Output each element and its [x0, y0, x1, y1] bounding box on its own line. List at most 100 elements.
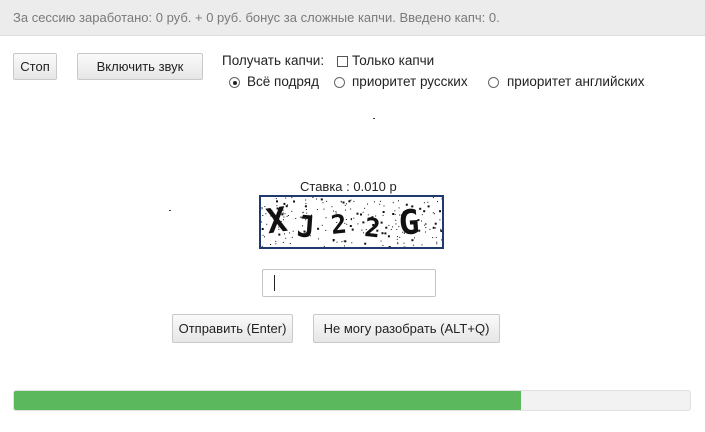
captcha-noise-dot — [285, 197, 287, 199]
captcha-noise-dot — [429, 228, 431, 230]
captcha-noise-dot — [384, 232, 387, 235]
captcha-noise-dot — [261, 245, 263, 247]
radio-priority-english[interactable] — [488, 77, 499, 88]
captcha-noise-dot — [316, 209, 318, 211]
text-caret — [274, 275, 275, 291]
radio-priority-russian[interactable] — [334, 77, 345, 88]
radio-all-captcha-label[interactable]: Всё подряд — [247, 74, 319, 89]
captcha-noise-dot — [321, 224, 323, 226]
captcha-noise-dot — [291, 210, 293, 212]
submit-button[interactable]: Отправить (Enter) — [172, 314, 293, 343]
stray-dot — [169, 210, 171, 211]
captcha-noise-dot — [316, 198, 317, 200]
captcha-answer-input[interactable] — [262, 269, 436, 297]
captcha-noise-dot — [262, 215, 264, 216]
captcha-noise-dot — [413, 244, 415, 246]
stop-button[interactable]: Стоп — [13, 53, 57, 80]
captcha-noise-dot — [261, 221, 262, 223]
captcha-noise-dot — [342, 201, 345, 204]
captcha-noise-dot — [357, 223, 359, 225]
captcha-noise-dot — [286, 215, 288, 217]
captcha-noise-dot — [398, 200, 399, 202]
captcha-noise-dot — [317, 227, 320, 230]
captcha-noise-dot — [373, 201, 375, 203]
captcha-image: XJ22G — [259, 195, 444, 249]
captcha-noise-dot — [423, 202, 425, 204]
bet-rate-label: Ставка : 0.010 р — [300, 179, 397, 194]
captcha-noise-dot — [421, 220, 422, 222]
captcha-noise-dot — [323, 208, 325, 210]
stray-dot — [373, 118, 375, 119]
captcha-noise-dot — [289, 232, 290, 234]
captcha-noise-dot — [261, 228, 264, 230]
captcha-noise-dot — [396, 229, 398, 230]
captcha-noise-dot — [270, 244, 272, 245]
captcha-noise-dot — [305, 203, 307, 205]
captcha-noise-dot — [275, 198, 277, 200]
captcha-noise-dot — [331, 206, 333, 208]
captcha-noise-dot — [367, 203, 368, 205]
captcha-noise-dot — [304, 205, 307, 208]
captcha-noise-dot — [293, 200, 295, 203]
captcha-noise-dot — [436, 241, 438, 243]
captcha-noise-dot — [427, 201, 429, 203]
captcha-noise-dot — [350, 219, 352, 221]
captcha-noise-dot — [441, 239, 442, 241]
captcha-noise-dot — [312, 197, 314, 198]
enable-sound-button[interactable]: Включить звук — [77, 53, 203, 80]
captcha-noise-dot — [435, 236, 437, 238]
captcha-noise-dot — [437, 201, 438, 203]
captcha-noise-dot — [397, 243, 399, 245]
captcha-noise-dot — [394, 210, 396, 212]
captcha-noise-dot — [382, 245, 384, 246]
captcha-noise-dot — [432, 212, 434, 214]
captcha-noise-dot — [433, 213, 435, 215]
captcha-noise-dot — [382, 211, 385, 213]
captcha-noise-dot — [344, 240, 347, 243]
radio-priority-english-label[interactable]: приоритет английских — [507, 74, 644, 89]
captcha-noise-dot — [421, 214, 423, 216]
captcha-noise-dot — [351, 242, 353, 244]
captcha-noise-dot — [350, 199, 352, 201]
only-captcha-label[interactable]: Только капчи — [352, 53, 434, 68]
captcha-noise-dot — [383, 205, 385, 207]
captcha-noise-dot — [340, 200, 342, 202]
captcha-noise-dot — [392, 202, 394, 204]
progress-fill — [14, 391, 521, 410]
captcha-noise-dot — [356, 212, 359, 215]
captcha-noise-dot — [392, 226, 393, 228]
captcha-noise-dot — [282, 241, 284, 243]
captcha-noise-dot — [424, 224, 426, 226]
captcha-noise-dot — [361, 229, 363, 231]
captcha-noise-dot — [439, 210, 441, 213]
captcha-noise-dot — [285, 205, 288, 208]
captcha-noise-dot — [264, 236, 265, 238]
captcha-noise-dot — [261, 207, 263, 209]
captcha-noise-dot — [380, 240, 382, 242]
radio-priority-russian-label[interactable]: приоритет русских — [352, 74, 468, 89]
captcha-noise-dot — [349, 225, 352, 227]
captcha-noise-dot — [350, 218, 352, 219]
captcha-noise-dot — [287, 215, 289, 216]
captcha-noise-dot — [323, 245, 325, 247]
captcha-noise-dot — [390, 229, 392, 230]
captcha-noise-dot — [350, 208, 352, 210]
captcha-noise-dot — [348, 200, 351, 203]
captcha-noise-dot — [291, 236, 293, 238]
captcha-noise-dot — [396, 236, 398, 238]
captcha-noise-dot — [305, 199, 307, 201]
captcha-noise-dot — [325, 217, 327, 219]
captcha-noise-dot — [425, 223, 427, 225]
captcha-noise-dot — [275, 243, 277, 245]
captcha-noise-dot — [423, 210, 426, 213]
captcha-noise-dot — [425, 231, 426, 233]
captcha-noise-dot — [345, 209, 347, 211]
captcha-noise-dot — [344, 245, 345, 247]
only-captcha-checkbox[interactable] — [337, 56, 348, 67]
radio-all-captcha[interactable] — [229, 77, 240, 88]
captcha-noise-dot — [394, 213, 396, 215]
cant-read-button[interactable]: Не могу разобрать (ALT+Q) — [313, 314, 500, 343]
captcha-noise-dot — [353, 200, 355, 202]
captcha-noise-dot — [432, 226, 435, 229]
captcha-noise-dot — [261, 208, 263, 210]
